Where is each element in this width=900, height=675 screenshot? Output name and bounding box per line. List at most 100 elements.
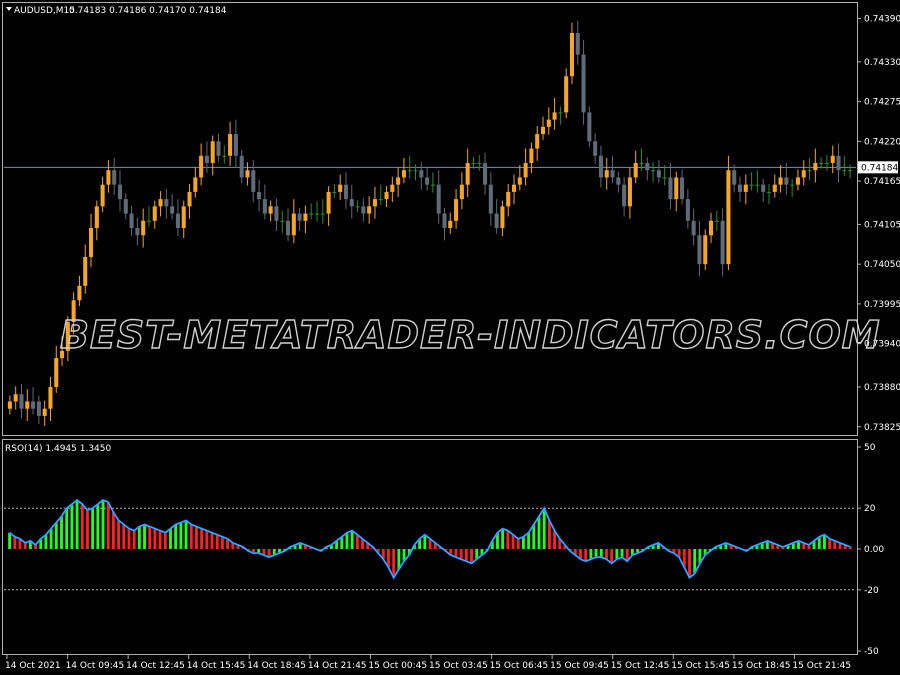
candle-body <box>598 155 603 178</box>
candle-body <box>268 206 273 214</box>
candle-body <box>622 184 627 207</box>
candle-body <box>338 184 343 192</box>
candle-body <box>732 170 737 185</box>
candle-body <box>668 177 673 200</box>
candle-body <box>772 184 777 192</box>
price-tick-label: 0.73825 <box>864 423 900 433</box>
candle-body <box>558 112 563 114</box>
candle-body <box>36 401 41 416</box>
candle-body <box>743 184 748 192</box>
symbol-label: AUDUSD,M15 <box>14 6 75 16</box>
price-tick-label: 0.74165 <box>864 177 900 187</box>
candle-body <box>425 177 430 185</box>
candle-body <box>587 112 592 142</box>
candle-body <box>112 170 117 185</box>
candle-body <box>42 408 47 416</box>
candle-body <box>483 162 488 185</box>
candle-body <box>175 213 180 229</box>
candle-body <box>575 32 580 55</box>
candle-body <box>801 170 806 178</box>
candle-body <box>141 220 146 236</box>
candle-body <box>314 213 320 215</box>
candle-body <box>627 177 632 207</box>
rso-signal-line-highlight <box>9 499 851 579</box>
chart-window[interactable]: 0.74390 0.74330 0.74275 0.74220 0.74165 0.741… <box>0 0 900 675</box>
candle-body <box>146 220 151 222</box>
candle-body <box>436 184 441 214</box>
candle-body <box>836 155 841 171</box>
candle-body <box>848 170 853 172</box>
candle-body <box>245 170 250 178</box>
chart-canvas[interactable]: 0.74390 0.74330 0.74275 0.74220 0.74165 0.741… <box>0 0 900 675</box>
candle-body <box>123 199 128 214</box>
candle-body <box>129 213 134 229</box>
candle-body <box>204 155 209 163</box>
dropdown-triangle-icon[interactable] <box>6 7 12 11</box>
candle-body <box>604 170 609 178</box>
price-tick-label: 0.74220 <box>864 137 900 147</box>
candle-body <box>593 141 598 156</box>
candle-body <box>610 170 615 178</box>
candle-body <box>106 170 111 185</box>
candle-body <box>343 184 349 200</box>
time-tick-label: 15 Oct 21:45 <box>792 661 851 671</box>
candle-body <box>401 170 406 178</box>
candle-body <box>517 177 522 185</box>
candle-body <box>216 141 221 156</box>
candle-body <box>378 199 383 201</box>
rso-tick-label: -50 <box>864 647 879 657</box>
candle-body <box>500 206 505 229</box>
candle-body <box>419 170 424 178</box>
candle-body <box>407 170 412 172</box>
candle-body <box>488 184 493 214</box>
candle-body <box>459 184 464 200</box>
candle-body <box>477 162 482 164</box>
candle-body <box>720 220 725 265</box>
candle-body <box>262 199 267 214</box>
candle-body <box>117 184 123 200</box>
time-axis: 14 Oct 2021 14 Oct 09:45 14 Oct 12:45 14 Oc… <box>5 655 851 671</box>
time-tick-label: 14 Oct 21:45 <box>308 661 367 671</box>
price-tick-label: 0.74105 <box>864 220 900 230</box>
candle-body <box>448 220 453 229</box>
candle-body <box>454 199 459 221</box>
time-tick-label: 15 Oct 03:45 <box>429 661 488 671</box>
candle-body <box>824 162 829 164</box>
candle-body <box>367 206 372 214</box>
watermark: BEST-METATRADER-INDICATORS.COM <box>60 313 881 357</box>
candle-body <box>13 394 18 402</box>
candle-body <box>749 184 754 186</box>
candle-body <box>187 191 192 207</box>
candle-body <box>546 119 551 127</box>
candle-body <box>535 134 540 149</box>
candle-body <box>181 206 186 229</box>
candle-body <box>152 206 157 221</box>
candle-body <box>645 162 650 171</box>
candle-body <box>697 235 702 265</box>
candle-body <box>807 170 812 172</box>
candle-body <box>274 206 279 221</box>
candle-body <box>569 32 574 77</box>
candle-body <box>94 206 99 229</box>
time-tick-label: 15 Oct 06:45 <box>490 661 549 671</box>
candle-body <box>239 155 244 178</box>
candle-body <box>355 206 360 208</box>
candle-body <box>251 170 256 192</box>
candle-body <box>656 170 661 178</box>
time-tick-label: 15 Oct 00:45 <box>368 661 427 671</box>
candle-body <box>529 148 534 163</box>
time-tick-label: 14 Oct 2021 <box>5 661 61 671</box>
candle-body <box>280 220 285 222</box>
candle-body <box>54 358 59 388</box>
candle-body <box>511 184 517 192</box>
candle-body <box>506 191 511 207</box>
candle-body <box>430 184 435 186</box>
candle-body <box>257 191 262 200</box>
candle-body <box>714 220 719 222</box>
candle-body <box>633 162 638 178</box>
candle-body <box>158 199 163 207</box>
candle-body <box>303 213 308 221</box>
time-tick-label: 15 Oct 18:45 <box>732 661 791 671</box>
price-tick-label: 0.73995 <box>864 300 900 310</box>
candle-body <box>564 76 569 113</box>
